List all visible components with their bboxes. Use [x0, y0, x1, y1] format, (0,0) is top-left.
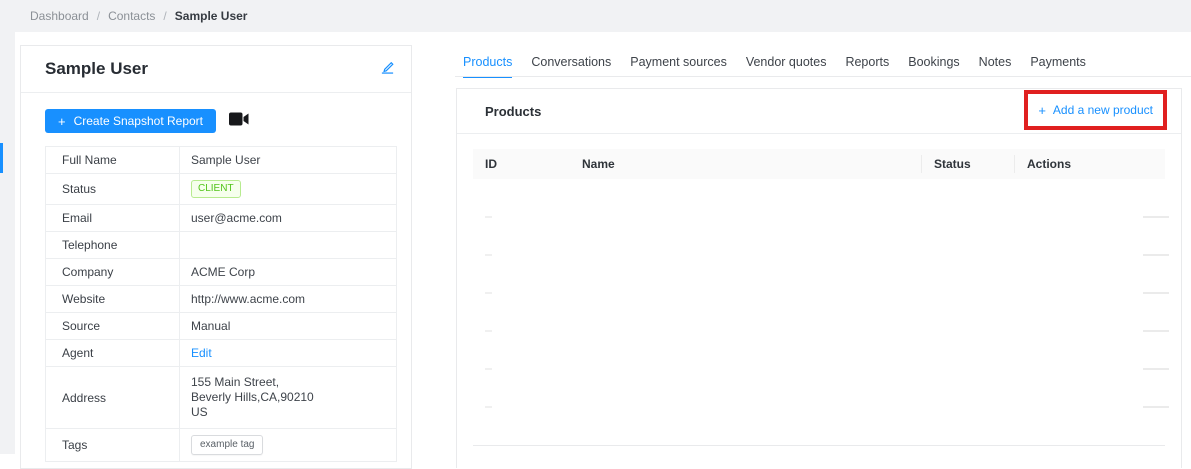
products-table: ID Name Status Actions [473, 149, 1169, 446]
left-gutter [0, 32, 15, 454]
table-row [473, 218, 1169, 256]
field-row: Source Manual [45, 312, 397, 340]
field-label-full-name: Full Name [45, 146, 180, 174]
field-label-tags: Tags [45, 428, 180, 462]
field-label-telephone: Telephone [45, 231, 180, 259]
field-label-company: Company [45, 258, 180, 286]
edit-contact-button[interactable] [380, 59, 395, 79]
breadcrumb-item-sample-user: Sample User [174, 9, 248, 23]
tab-payment-sources[interactable]: Payment sources [630, 55, 727, 78]
products-table-body [473, 179, 1169, 446]
products-table-header: ID Name Status Actions [473, 149, 1165, 179]
video-camera-icon [229, 112, 249, 131]
create-snapshot-report-button[interactable]: + Create Snapshot Report [45, 109, 217, 133]
breadcrumb: Dashboard / Contacts / Sample User [0, 0, 1191, 32]
address-line: Beverly Hills,CA,90210 [191, 390, 314, 404]
field-value-source: Manual [179, 312, 397, 340]
contact-card-body: + Create Snapshot Report Full Name Sample… [21, 93, 411, 462]
field-value-address: 155 Main Street, Beverly Hills,CA,90210 US [179, 366, 397, 429]
breadcrumb-separator: / [163, 9, 167, 23]
contact-fields-table: Full Name Sample User Status CLIENT Email use… [45, 146, 397, 462]
column-header-status: Status [921, 155, 1014, 173]
contact-card: Sample User + Create Snapshot Report Ful… [20, 45, 412, 469]
field-label-address: Address [45, 366, 180, 429]
breadcrumb-item-contacts[interactable]: Contacts [108, 9, 155, 23]
table-row [473, 408, 1165, 446]
table-row [473, 179, 1169, 218]
column-header-actions: Actions [1014, 155, 1165, 173]
red-highlight-box: + Add a new product [1024, 90, 1167, 130]
status-badge: CLIENT [191, 180, 241, 198]
field-row: Full Name Sample User [45, 146, 397, 174]
tab-reports[interactable]: Reports [845, 55, 889, 78]
address-line: 155 Main Street, [191, 375, 280, 389]
add-new-product-label: Add a new product [1052, 103, 1153, 117]
plus-icon: + [58, 113, 66, 129]
table-row [473, 294, 1169, 332]
tab-notes[interactable]: Notes [979, 55, 1012, 78]
field-label-source: Source [45, 312, 180, 340]
column-header-id: ID [485, 157, 497, 171]
field-row: Company ACME Corp [45, 258, 397, 286]
products-panel-header: Products + Add a new product [457, 89, 1181, 134]
field-row: Address 155 Main Street, Beverly Hills,CA,… [45, 366, 397, 429]
table-row [473, 256, 1169, 294]
tab-bookings[interactable]: Bookings [908, 55, 959, 78]
table-row [473, 370, 1169, 408]
tab-vendor-quotes[interactable]: Vendor quotes [746, 55, 827, 78]
tag-chip: example tag [191, 435, 264, 455]
contact-name-title: Sample User [45, 59, 148, 78]
detail-tabs: Products Conversations Payment sources Vend… [463, 55, 1086, 78]
field-label-website: Website [45, 285, 180, 313]
field-row: Website http://www.acme.com [45, 285, 397, 313]
field-value-company: ACME Corp [179, 258, 397, 286]
field-row: Status CLIENT [45, 173, 397, 205]
field-row: Telephone [45, 231, 397, 259]
field-row: Email user@acme.com [45, 204, 397, 232]
agent-edit-link[interactable]: Edit [191, 346, 212, 360]
column-header-name: Name [582, 157, 615, 171]
field-value-email: user@acme.com [179, 204, 397, 232]
field-value-tags: example tag [179, 428, 397, 462]
field-label-agent: Agent [45, 339, 180, 367]
pencil-edit-icon [380, 59, 395, 79]
tab-payments[interactable]: Payments [1030, 55, 1086, 78]
field-row: Agent Edit [45, 339, 397, 367]
tab-conversations[interactable]: Conversations [531, 55, 611, 78]
video-call-button[interactable] [229, 112, 249, 131]
tab-products[interactable]: Products [463, 55, 513, 78]
breadcrumb-separator: / [96, 9, 101, 23]
field-value-website: http://www.acme.com [179, 285, 397, 313]
contact-card-header: Sample User [21, 46, 411, 93]
field-value-full-name: Sample User [179, 146, 397, 174]
field-value-agent: Edit [179, 339, 397, 367]
nav-scroll-indicator[interactable] [0, 143, 3, 173]
create-snapshot-report-label: Create Snapshot Report [73, 114, 204, 128]
tabs-divider [455, 76, 1191, 77]
field-row: Tags example tag [45, 428, 397, 462]
address-line: US [191, 405, 208, 419]
field-value-status: CLIENT [179, 173, 397, 205]
breadcrumb-item-dashboard[interactable]: Dashboard [30, 9, 89, 23]
products-panel: Products + Add a new product ID Name Statu… [456, 88, 1182, 468]
add-new-product-button[interactable]: + Add a new product [1038, 103, 1153, 117]
field-label-email: Email [45, 204, 180, 232]
plus-icon: + [1038, 102, 1046, 118]
field-label-status: Status [45, 173, 180, 205]
table-row [473, 332, 1169, 370]
field-value-telephone [179, 231, 397, 259]
products-panel-title: Products [485, 103, 542, 119]
